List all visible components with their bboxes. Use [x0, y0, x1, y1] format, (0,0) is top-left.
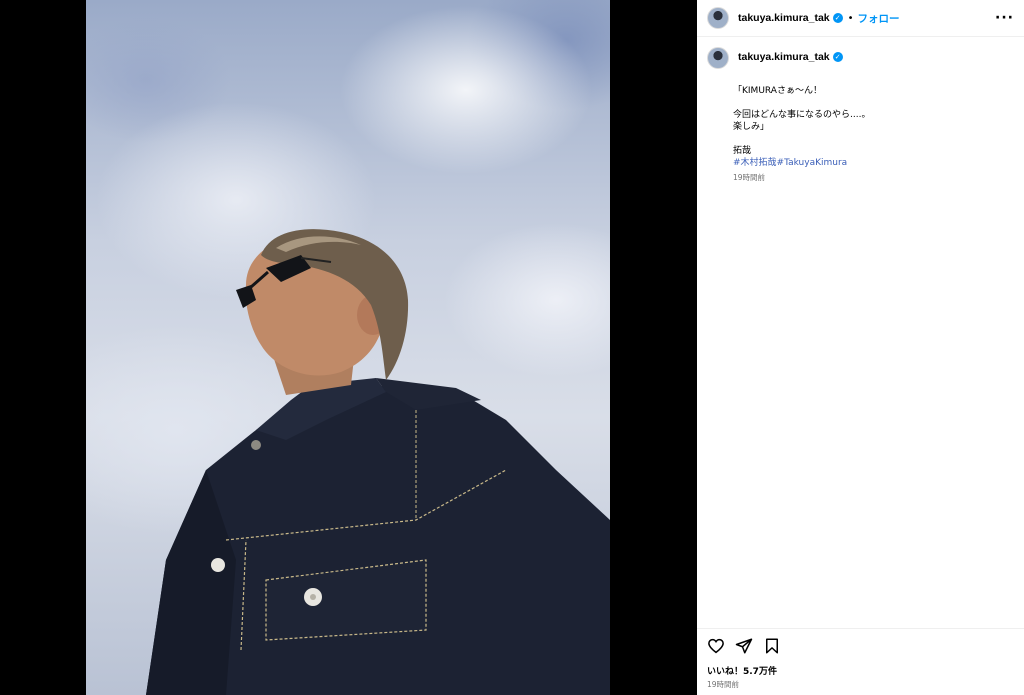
post-side-panel: takuya.kimura_tak ✓ • フォロー ··· takuya.ki… [697, 0, 1024, 695]
avatar[interactable] [707, 7, 729, 29]
separator: • [847, 12, 854, 24]
heart-icon[interactable] [707, 637, 725, 655]
bookmark-icon[interactable] [763, 637, 781, 655]
hashtag-link[interactable]: #木村拓哉 [733, 158, 777, 168]
caption-line: 「KIMURAさぁ〜ん！ [733, 86, 822, 96]
more-options-icon[interactable]: ··· [995, 11, 1014, 25]
post-header: takuya.kimura_tak ✓ • フォロー ··· [697, 0, 1024, 37]
post-media-pane [0, 0, 697, 695]
caption-text: 「KIMURAさぁ〜ん！ 今回はどんな事になるのやら....。 楽しみ」 拓哉 … [733, 85, 1024, 184]
post-photo[interactable] [86, 0, 610, 695]
hashtag-link[interactable]: #TakuyaKimura [777, 158, 848, 168]
hashtag-list: #木村拓哉#TakuyaKimura [733, 157, 1024, 169]
caption-avatar[interactable] [707, 47, 729, 69]
verified-badge-icon: ✓ [832, 13, 843, 23]
caption-line: 楽しみ」 [733, 122, 770, 132]
caption-block: takuya.kimura_tak ✓ [697, 37, 1024, 69]
action-bar [697, 628, 1024, 663]
caption-timestamp[interactable]: 19時間前 [733, 172, 1024, 184]
portrait-illustration [146, 229, 610, 695]
caption-body: takuya.kimura_tak ✓ [738, 47, 843, 69]
caption-line: 拓哉 [733, 146, 752, 156]
caption-line: 今回はどんな事になるのやら....。 [733, 110, 871, 120]
header-username[interactable]: takuya.kimura_tak [738, 12, 830, 24]
caption-username[interactable]: takuya.kimura_tak [738, 51, 830, 63]
caption-header: takuya.kimura_tak ✓ [738, 51, 843, 63]
share-icon[interactable] [735, 637, 753, 655]
like-count[interactable]: いいね！5.7万件 [707, 664, 777, 677]
post-timestamp[interactable]: 19時間前 [707, 679, 739, 690]
follow-button[interactable]: フォロー [858, 11, 900, 26]
verified-badge-icon: ✓ [832, 52, 843, 62]
